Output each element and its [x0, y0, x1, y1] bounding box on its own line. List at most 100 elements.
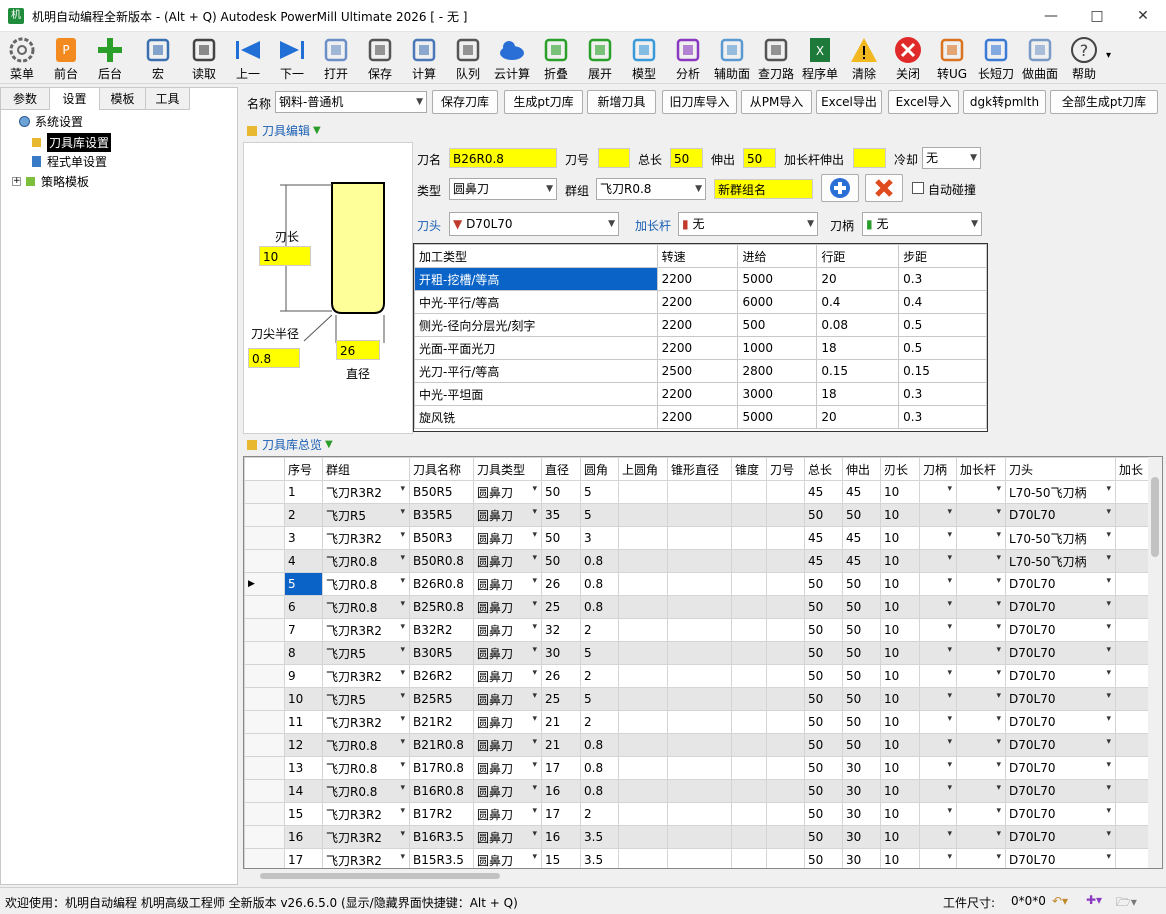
- grid-cell[interactable]: D70L70: [1005, 687, 1116, 711]
- grid-cell[interactable]: [956, 618, 1006, 642]
- grid-column-header[interactable]: 刀头: [1005, 457, 1116, 481]
- grid-cell[interactable]: 30: [842, 825, 881, 849]
- grid-cell[interactable]: [956, 825, 1006, 849]
- grid-cell[interactable]: [618, 687, 668, 711]
- grid-column-header[interactable]: 圆角: [580, 457, 619, 481]
- ops-cell[interactable]: 0.4: [816, 290, 900, 314]
- maximize-button[interactable]: □: [1074, 0, 1120, 31]
- toolbar-button-17[interactable]: 查刀路: [756, 32, 796, 84]
- grid-cell[interactable]: 10: [880, 503, 920, 527]
- grid-cell[interactable]: B50R0.8: [409, 549, 474, 573]
- grid-cell[interactable]: D70L70: [1005, 848, 1116, 868]
- toolbar-button-0[interactable]: 菜单: [2, 32, 42, 84]
- grid-cell[interactable]: [618, 572, 668, 596]
- grid-row[interactable]: 16飞刀R3R2B16R3.5圆鼻刀163.5503010D70L70: [244, 825, 1157, 849]
- grid-cell[interactable]: 13: [284, 756, 323, 780]
- grid-cell[interactable]: 飞刀R0.8: [322, 756, 410, 780]
- grid-row[interactable]: 3飞刀R3R2B50R3圆鼻刀503454510L70-50飞刀柄: [244, 526, 1157, 550]
- row-header[interactable]: ▶: [244, 572, 285, 596]
- grid-cell[interactable]: [731, 572, 767, 596]
- tool-name-input[interactable]: B26R0.8: [449, 148, 557, 168]
- grid-cell[interactable]: D70L70: [1005, 779, 1116, 803]
- grid-cell[interactable]: [919, 756, 957, 780]
- grid-cell[interactable]: B50R5: [409, 480, 474, 504]
- grid-row[interactable]: 9飞刀R3R2B26R2圆鼻刀262505010D70L70: [244, 664, 1157, 688]
- grid-cell[interactable]: [956, 641, 1006, 665]
- grid-cell[interactable]: [618, 641, 668, 665]
- grid-cell[interactable]: 30: [842, 756, 881, 780]
- grid-cell[interactable]: [919, 779, 957, 803]
- grid-column-header[interactable]: 加长杆: [956, 457, 1006, 481]
- grid-cell[interactable]: [618, 595, 668, 619]
- ops-column-header[interactable]: 转速: [656, 244, 739, 268]
- grid-cell[interactable]: [766, 802, 805, 826]
- grid-cell[interactable]: B16R3.5: [409, 825, 474, 849]
- grid-cell[interactable]: 14: [284, 779, 323, 803]
- ops-cell[interactable]: 2200: [656, 290, 739, 314]
- stickout-input[interactable]: 50: [743, 148, 776, 168]
- grid-cell[interactable]: 50: [541, 526, 581, 550]
- grid-cell[interactable]: 圆鼻刀: [473, 687, 542, 711]
- grid-cell[interactable]: 10: [880, 825, 920, 849]
- library-action-button[interactable]: 新增刀具: [587, 90, 656, 114]
- tip-radius-input[interactable]: 0.8: [248, 348, 300, 368]
- tool-overview-header[interactable]: 刀具库总览 ▼: [245, 436, 333, 453]
- ops-cell[interactable]: 2800: [737, 359, 818, 383]
- toolbar-button-11[interactable]: 云计算: [492, 32, 532, 84]
- grid-cell[interactable]: [618, 664, 668, 688]
- grid-cell[interactable]: [731, 756, 767, 780]
- grid-cell[interactable]: 50: [541, 549, 581, 573]
- row-header[interactable]: [244, 710, 285, 734]
- grid-row[interactable]: 7飞刀R3R2B32R2圆鼻刀322505010D70L70: [244, 618, 1157, 642]
- grid-cell[interactable]: 26: [541, 572, 581, 596]
- library-action-button[interactable]: dgk转pmlth: [963, 90, 1046, 114]
- grid-cell[interactable]: 30: [842, 848, 881, 868]
- grid-cell[interactable]: [919, 641, 957, 665]
- toolbar-button-20[interactable]: 关闭: [888, 32, 928, 84]
- grid-cell[interactable]: 飞刀R3R2: [322, 526, 410, 550]
- grid-cell[interactable]: 16: [541, 825, 581, 849]
- grid-cell[interactable]: [919, 710, 957, 734]
- grid-row[interactable]: 12飞刀R0.8B21R0.8圆鼻刀210.8505010D70L70: [244, 733, 1157, 757]
- grid-cell[interactable]: [956, 572, 1006, 596]
- grid-cell[interactable]: [731, 664, 767, 688]
- grid-cell[interactable]: 圆鼻刀: [473, 802, 542, 826]
- grid-cell[interactable]: 圆鼻刀: [473, 595, 542, 619]
- grid-cell[interactable]: 5: [580, 687, 619, 711]
- grid-cell[interactable]: 飞刀R0.8: [322, 595, 410, 619]
- grid-cell[interactable]: 35: [541, 503, 581, 527]
- grid-row[interactable]: 4飞刀R0.8B50R0.8圆鼻刀500.8454510L70-50飞刀柄: [244, 549, 1157, 573]
- grid-cell[interactable]: [766, 664, 805, 688]
- grid-cell[interactable]: 50: [804, 572, 843, 596]
- grid-cell[interactable]: [766, 733, 805, 757]
- grid-cell[interactable]: 17: [541, 756, 581, 780]
- row-header[interactable]: [244, 480, 285, 504]
- grid-cell[interactable]: [667, 480, 732, 504]
- grid-cell[interactable]: 50: [842, 687, 881, 711]
- ops-column-header[interactable]: 进给: [737, 244, 818, 268]
- grid-column-header[interactable]: 序号: [284, 457, 323, 481]
- grid-row[interactable]: 13飞刀R0.8B17R0.8圆鼻刀170.8 503010 D70L70: [244, 756, 1157, 780]
- grid-cell[interactable]: 45: [842, 526, 881, 550]
- toolbar-button-23[interactable]: 做曲面: [1020, 32, 1060, 84]
- grid-cell[interactable]: [667, 641, 732, 665]
- grid-cell[interactable]: [956, 526, 1006, 550]
- grid-cell[interactable]: B25R0.8: [409, 595, 474, 619]
- ops-cell[interactable]: 旋风铣: [414, 405, 658, 429]
- grid-cell[interactable]: [667, 526, 732, 550]
- grid-cell[interactable]: 飞刀R3R2: [322, 825, 410, 849]
- grid-cell[interactable]: B25R5: [409, 687, 474, 711]
- grid-cell[interactable]: [766, 503, 805, 527]
- grid-cell[interactable]: D70L70: [1005, 503, 1116, 527]
- ops-row[interactable]: 旋风铣 2200 5000 20 0.3: [414, 405, 987, 429]
- grid-cell[interactable]: 50: [804, 848, 843, 868]
- grid-cell[interactable]: 6: [284, 595, 323, 619]
- grid-cell[interactable]: [667, 595, 732, 619]
- grid-row[interactable]: 2飞刀R5B35R5圆鼻刀355505010D70L70: [244, 503, 1157, 527]
- grid-cell[interactable]: 3.5: [580, 848, 619, 868]
- undo-icon[interactable]: ↶▾: [1052, 894, 1068, 908]
- grid-cell[interactable]: 32: [541, 618, 581, 642]
- grid-cell[interactable]: 2: [580, 618, 619, 642]
- grid-cell[interactable]: B26R0.8: [409, 572, 474, 596]
- toolbar-button-16[interactable]: 辅助面: [712, 32, 752, 84]
